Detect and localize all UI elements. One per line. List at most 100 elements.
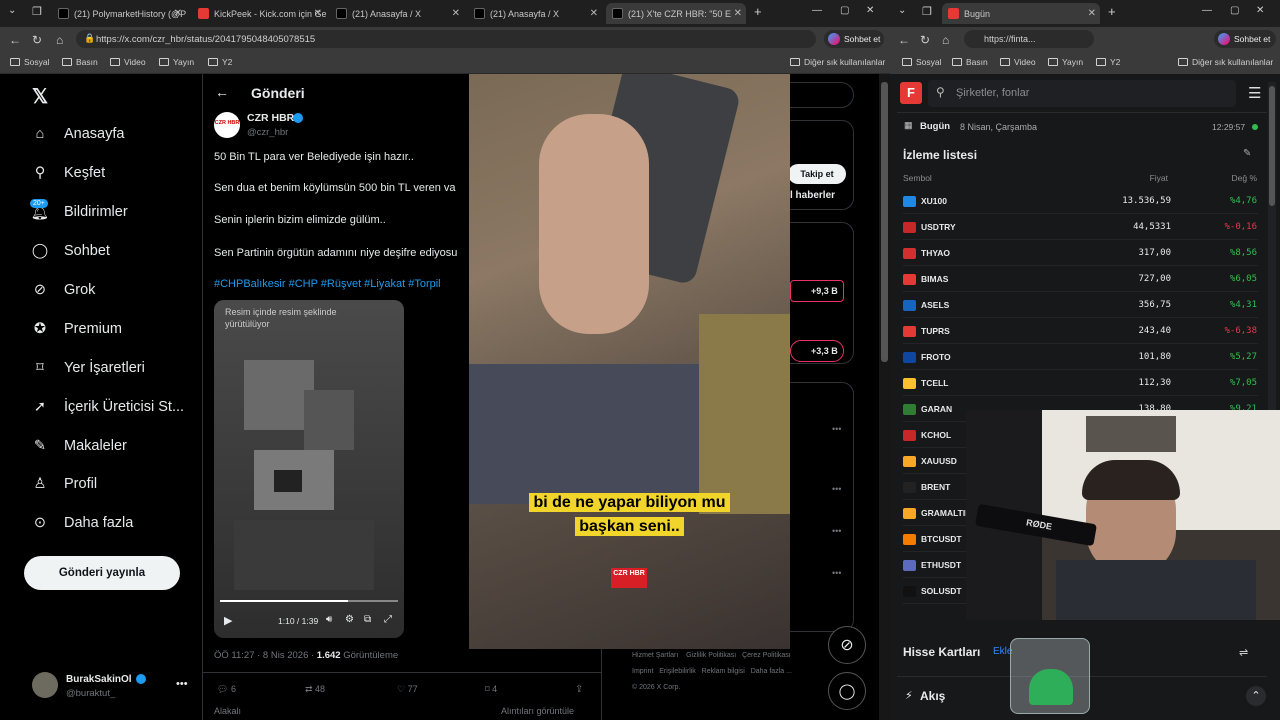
more-dots-icon[interactable]: ••• — [176, 678, 188, 690]
pip-video[interactable]: bi de ne yapar biliyon mu başkan seni.. … — [469, 74, 790, 649]
workspaces-icon[interactable]: ❐ — [922, 5, 932, 18]
scrollbar[interactable] — [879, 74, 890, 720]
more-dots-icon[interactable]: ••• — [832, 484, 841, 494]
search-input[interactable]: ⚲ Şirketler, fonlar — [928, 80, 1236, 107]
scrollbar[interactable] — [1268, 82, 1276, 412]
pip-icon[interactable]: ⧉ — [364, 614, 371, 625]
back-icon[interactable]: ← — [898, 33, 910, 47]
footer-link[interactable]: Gizlilik Politikası — [686, 652, 736, 659]
video-placeholder[interactable]: Resim içinde resim şeklinde yürütülüyor … — [214, 300, 404, 638]
settings-icon[interactable]: ⚙ — [345, 614, 354, 625]
edit-icon[interactable]: ✎ — [1243, 148, 1251, 159]
bookmark-4[interactable]: Y2 — [208, 57, 232, 67]
x-logo-icon[interactable]: 𝕏 — [32, 84, 48, 109]
messages-icon[interactable]: ◯ — [828, 672, 866, 710]
repost-button[interactable]: ⇄ 48 — [305, 684, 325, 695]
author-name[interactable]: CZR HBR — [247, 112, 294, 124]
filter-icon[interactable]: ⇌ — [1239, 646, 1248, 659]
close-icon[interactable]: ✕ — [174, 8, 182, 19]
nav-articles[interactable]: ✎ Makaleler — [30, 436, 127, 456]
watchlist-row[interactable]: XU100 13.536,59 %4,76 — [903, 188, 1258, 214]
footer-link[interactable]: Reklam bilgisi — [702, 668, 745, 675]
fintables-logo[interactable]: F — [900, 82, 922, 104]
close-icon[interactable]: ✕ — [452, 8, 460, 19]
footer-link[interactable]: Hizmet Şartları — [632, 652, 678, 659]
follow-button[interactable]: Takip et — [788, 164, 846, 184]
trend-badge[interactable]: +9,3 B — [790, 280, 844, 302]
reload-icon[interactable]: ↻ — [32, 33, 42, 47]
fullscreen-icon[interactable]: ⤢ — [384, 614, 392, 625]
nav-grok[interactable]: ⊘ Grok — [30, 280, 96, 300]
menu-icon[interactable]: ☰ — [1248, 84, 1261, 102]
author-avatar[interactable]: CZR HBR — [214, 112, 240, 138]
minimize-icon[interactable]: — — [1202, 5, 1212, 16]
chat-button[interactable]: Sohbet et — [824, 30, 884, 48]
chevron-down-icon[interactable]: ⌄ — [8, 5, 16, 16]
volume-icon[interactable]: 🔊︎ — [326, 614, 332, 625]
bookmark-3[interactable]: Yayın — [1048, 57, 1083, 67]
view-quotes-link[interactable]: Alıntıları görüntüle — [501, 706, 574, 716]
workspaces-icon[interactable]: ❐ — [32, 5, 42, 18]
footer-link[interactable]: Daha fazla ... — [751, 668, 792, 675]
close-icon[interactable]: ✕ — [734, 8, 742, 19]
watchlist-row[interactable]: TUPRS 243,40 %-6,38 — [903, 318, 1258, 344]
bookmark-1[interactable]: Basın — [952, 57, 988, 67]
chevron-up-icon[interactable]: ⌃ — [1246, 686, 1266, 706]
tab-0[interactable]: (21) PolymarketHistory (@Po ✕ — [52, 3, 186, 24]
other-bookmarks[interactable]: Diğer sık kullanılanlar — [1178, 57, 1273, 67]
watchlist-row[interactable]: USDTRY 44,5331 %-0,16 — [903, 214, 1258, 240]
bookmark-2[interactable]: Video — [1000, 57, 1036, 67]
tab-fintables[interactable]: Bugün ✕ — [942, 3, 1100, 24]
footer-link[interactable]: Imprint — [632, 668, 653, 675]
post-hashtags[interactable]: #CHPBalıkesir #CHP #Rüşvet #Liyakat #Tor… — [214, 278, 441, 290]
maximize-icon[interactable]: ▢ — [840, 5, 849, 16]
bookmark-1[interactable]: Basın — [62, 57, 98, 67]
nav-profile[interactable]: ♙ Profil — [30, 474, 98, 494]
minimize-icon[interactable]: — — [812, 5, 822, 16]
nav-home[interactable]: ⌂ Anasayfa — [30, 124, 125, 144]
bookmark-2[interactable]: Video — [110, 57, 146, 67]
more-dots-icon[interactable]: ••• — [832, 424, 841, 434]
bookmark-3[interactable]: Yayın — [159, 57, 194, 67]
more-dots-icon[interactable]: ••• — [832, 526, 841, 536]
url-field[interactable]: https://x.com/czr_hbr/status/20417950484… — [76, 30, 816, 48]
bookmark-button[interactable]: ⌑ 4 — [485, 684, 497, 695]
home-icon[interactable]: ⌂ — [56, 33, 63, 47]
watchlist-row[interactable]: BIMAS 727,00 %6,05 — [903, 266, 1258, 292]
avatar[interactable] — [32, 672, 58, 698]
like-button[interactable]: ♡ 77 — [397, 684, 418, 695]
watchlist-row[interactable]: ASELS 356,75 %4,31 — [903, 292, 1258, 318]
bookmark-0[interactable]: Sosyal — [10, 57, 50, 67]
scrollbar-thumb[interactable] — [1269, 86, 1275, 206]
nav-premium[interactable]: ✪ Premium — [30, 319, 122, 339]
watchlist-row[interactable]: FROTO 101,80 %5,27 — [903, 344, 1258, 370]
close-icon[interactable]: ✕ — [314, 8, 322, 19]
tab-4-active[interactable]: (21) X'te CZR HBR: "50 E ✕ — [606, 3, 746, 24]
close-icon[interactable]: ✕ — [590, 8, 598, 19]
reload-icon[interactable]: ↻ — [920, 33, 930, 47]
back-arrow-icon[interactable]: ← — [215, 84, 229, 100]
nav-explore[interactable]: ⚲ Keşfet — [30, 163, 105, 183]
close-window-icon[interactable]: ✕ — [866, 5, 874, 16]
nav-chat[interactable]: ◯ Sohbet — [30, 241, 110, 261]
home-icon[interactable]: ⌂ — [942, 33, 949, 47]
footer-link[interactable]: Çerez Politikası — [742, 652, 791, 659]
bookmark-4[interactable]: Y2 — [1096, 57, 1120, 67]
share-icon[interactable]: ⇪ — [575, 684, 583, 695]
tab-3[interactable]: (21) Anasayfa / X ✕ — [468, 3, 602, 24]
flow-title[interactable]: Akış — [920, 689, 945, 703]
chat-button[interactable]: Sohbet et — [1214, 30, 1276, 48]
close-window-icon[interactable]: ✕ — [1256, 5, 1264, 16]
trend-badge[interactable]: +3,3 B — [790, 340, 844, 362]
nav-more[interactable]: ⊙ Daha fazla — [30, 513, 133, 533]
new-tab-icon[interactable]: + — [1108, 4, 1116, 19]
video-progress-track[interactable] — [220, 600, 398, 602]
relevant-sort[interactable]: Alakalı — [214, 706, 241, 716]
today-label[interactable]: Bugün — [920, 121, 950, 132]
more-dots-icon[interactable]: ••• — [832, 568, 841, 578]
scrollbar-thumb[interactable] — [881, 82, 888, 362]
maximize-icon[interactable]: ▢ — [1230, 5, 1239, 16]
other-bookmarks[interactable]: Diğer sık kullanılanlar — [790, 57, 885, 67]
tab-1[interactable]: KickPeek - Kick.com için Gen ✕ — [192, 3, 326, 24]
close-icon[interactable]: ✕ — [1088, 8, 1096, 19]
